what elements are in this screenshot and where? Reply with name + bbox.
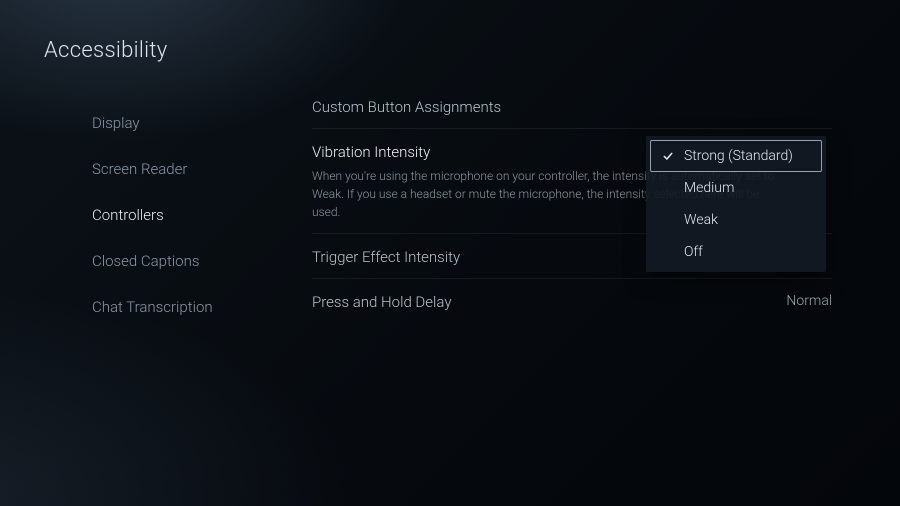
- dropdown-option-strong[interactable]: Strong (Standard): [650, 140, 822, 172]
- setting-label: Custom Button Assignments: [312, 98, 832, 116]
- dropdown-option-label: Off: [684, 244, 703, 260]
- page-title: Accessibility: [44, 38, 168, 63]
- dropdown-option-weak[interactable]: Weak: [650, 204, 822, 236]
- dropdown-option-medium[interactable]: Medium: [650, 172, 822, 204]
- sidebar-item-closed-captions[interactable]: Closed Captions: [92, 238, 282, 284]
- sidebar-item-screen-reader[interactable]: Screen Reader: [92, 146, 282, 192]
- dropdown-option-label: Strong (Standard): [684, 148, 793, 164]
- check-icon: [660, 150, 676, 162]
- setting-value: Normal: [786, 293, 832, 309]
- dropdown-option-label: Medium: [684, 180, 734, 196]
- setting-press-and-hold-delay[interactable]: Press and Hold Delay Normal: [312, 279, 832, 323]
- sidebar-item-chat-transcription[interactable]: Chat Transcription: [92, 284, 282, 330]
- vibration-intensity-dropdown: Strong (Standard) Medium Weak Off: [646, 136, 826, 272]
- dropdown-option-off[interactable]: Off: [650, 236, 822, 268]
- setting-custom-button-assignments[interactable]: Custom Button Assignments: [312, 92, 832, 129]
- setting-label: Press and Hold Delay: [312, 293, 832, 311]
- sidebar: Display Screen Reader Controllers Closed…: [92, 100, 282, 330]
- sidebar-item-display[interactable]: Display: [92, 100, 282, 146]
- sidebar-item-controllers[interactable]: Controllers: [92, 192, 282, 238]
- dropdown-option-label: Weak: [684, 212, 718, 228]
